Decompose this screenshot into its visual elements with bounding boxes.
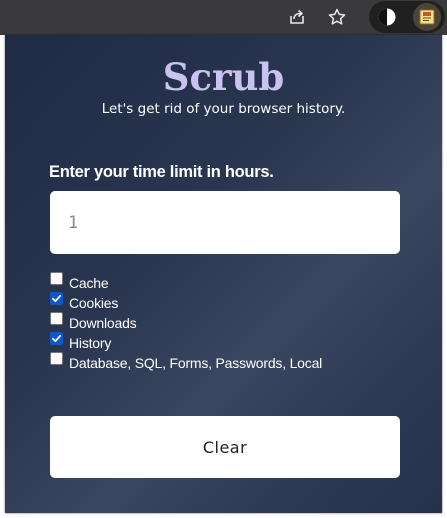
cookies-checkbox[interactable]: [50, 292, 63, 305]
history-label: History: [69, 335, 112, 351]
browser-toolbar: [0, 0, 447, 35]
bookmark-star-icon[interactable]: [323, 3, 351, 31]
clear-button[interactable]: Clear: [50, 416, 400, 478]
share-icon[interactable]: [283, 3, 311, 31]
time-limit-input[interactable]: [50, 191, 400, 254]
scrub-extension-icon[interactable]: [413, 3, 441, 31]
time-limit-label: Enter your time limit in hours.: [49, 163, 274, 181]
history-checkbox[interactable]: [50, 332, 63, 345]
data-type-options: Cache Cookies Downloads History Database…: [50, 272, 430, 373]
popup-subtitle: Let's get rid of your browser history.: [101, 101, 346, 117]
option-database[interactable]: Database, SQL, Forms, Passwords, Local: [50, 352, 430, 373]
database-label: Database, SQL, Forms, Passwords, Local: [69, 355, 323, 371]
cache-checkbox[interactable]: [50, 272, 63, 285]
scrub-popup: Scrub Let's get rid of your browser hist…: [5, 35, 442, 513]
cookies-label: Cookies: [69, 295, 119, 311]
option-downloads[interactable]: Downloads: [50, 312, 430, 333]
popup-title: Scrub: [162, 55, 285, 99]
database-checkbox[interactable]: [50, 352, 63, 365]
option-cache[interactable]: Cache: [50, 272, 430, 293]
dark-mode-icon[interactable]: [373, 3, 401, 31]
option-history[interactable]: History: [50, 332, 430, 353]
cache-label: Cache: [69, 275, 109, 291]
downloads-checkbox[interactable]: [50, 312, 63, 325]
downloads-label: Downloads: [69, 315, 137, 331]
option-cookies[interactable]: Cookies: [50, 292, 430, 313]
